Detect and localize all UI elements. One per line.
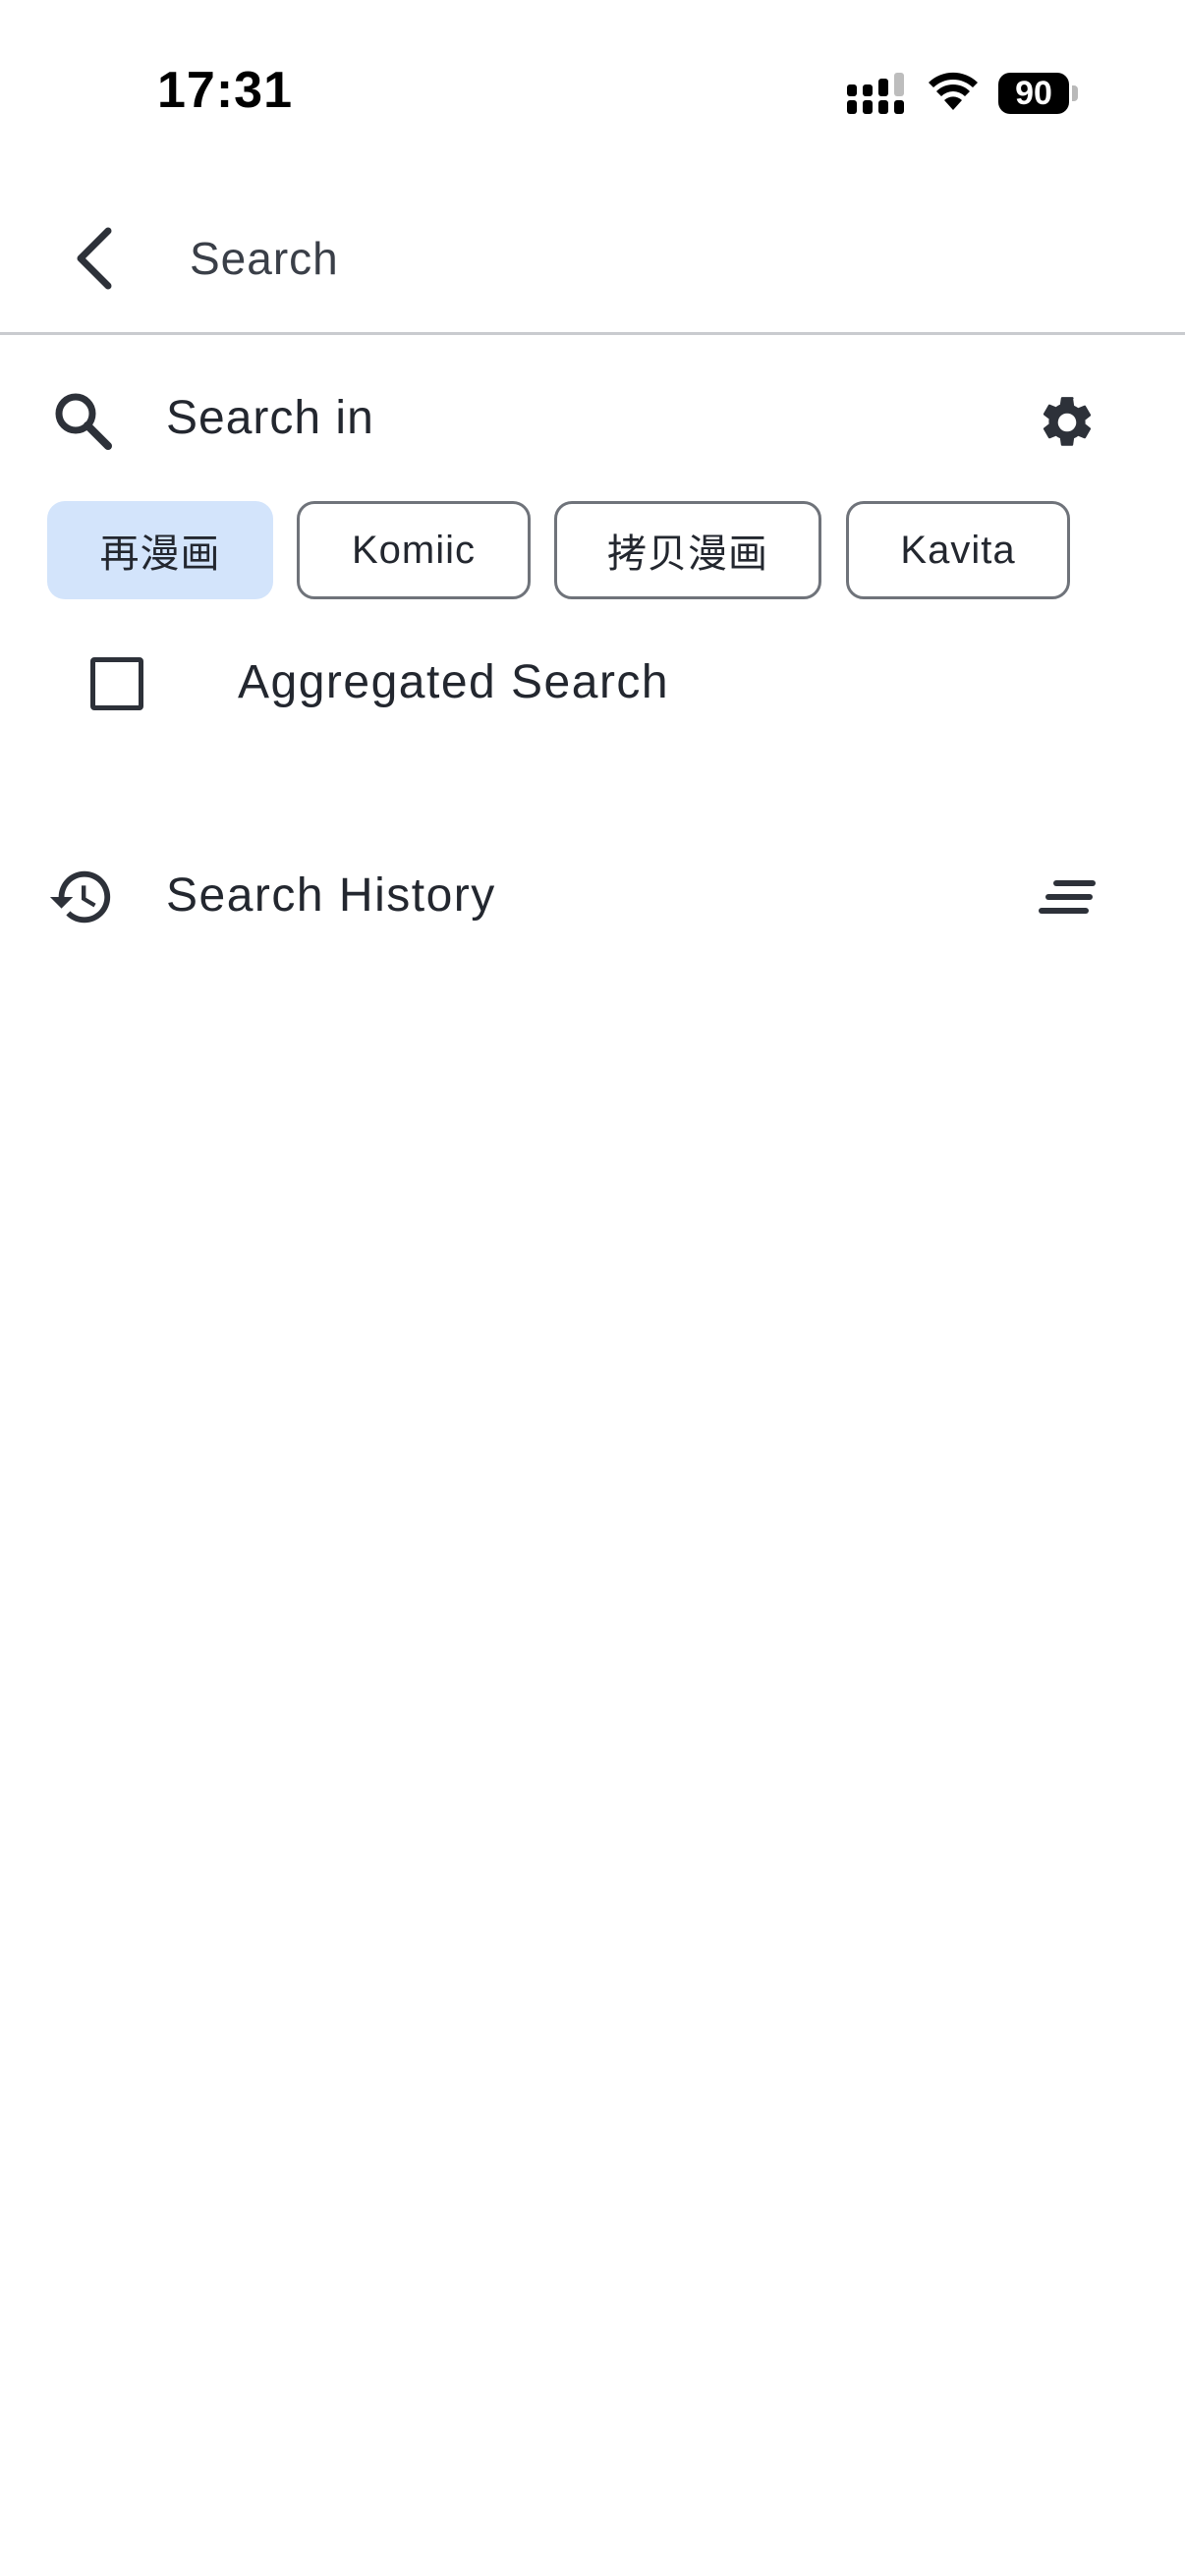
sort-icon xyxy=(1039,880,1096,914)
cellular-signal-icon xyxy=(847,73,904,114)
battery-tip xyxy=(1072,85,1078,101)
source-chip-2[interactable]: 拷贝漫画 xyxy=(554,501,821,599)
source-chip-3[interactable]: Kavita xyxy=(846,501,1070,599)
source-chip-0[interactable]: 再漫画 xyxy=(47,501,273,599)
back-button[interactable] xyxy=(51,214,136,303)
gear-icon xyxy=(1043,397,1092,446)
search-history-label: Search History xyxy=(166,869,496,922)
battery-level: 90 xyxy=(1015,74,1052,112)
aggregated-search-label[interactable]: Aggregated Search xyxy=(238,655,669,709)
search-settings-button[interactable] xyxy=(1028,383,1106,462)
battery-icon: 90 xyxy=(998,73,1069,114)
aggregated-search-checkbox[interactable] xyxy=(90,657,143,710)
source-chip-1[interactable]: Komiic xyxy=(297,501,531,599)
page-title: Search xyxy=(190,233,339,284)
chevron-left-icon xyxy=(77,227,112,290)
wifi-icon xyxy=(929,72,978,110)
app-bar-divider xyxy=(0,332,1185,335)
history-sort-button[interactable] xyxy=(1028,859,1106,937)
search-icon xyxy=(55,393,112,450)
status-time: 17:31 xyxy=(157,62,293,119)
search-in-label: Search in xyxy=(166,392,374,444)
history-icon xyxy=(49,870,111,924)
